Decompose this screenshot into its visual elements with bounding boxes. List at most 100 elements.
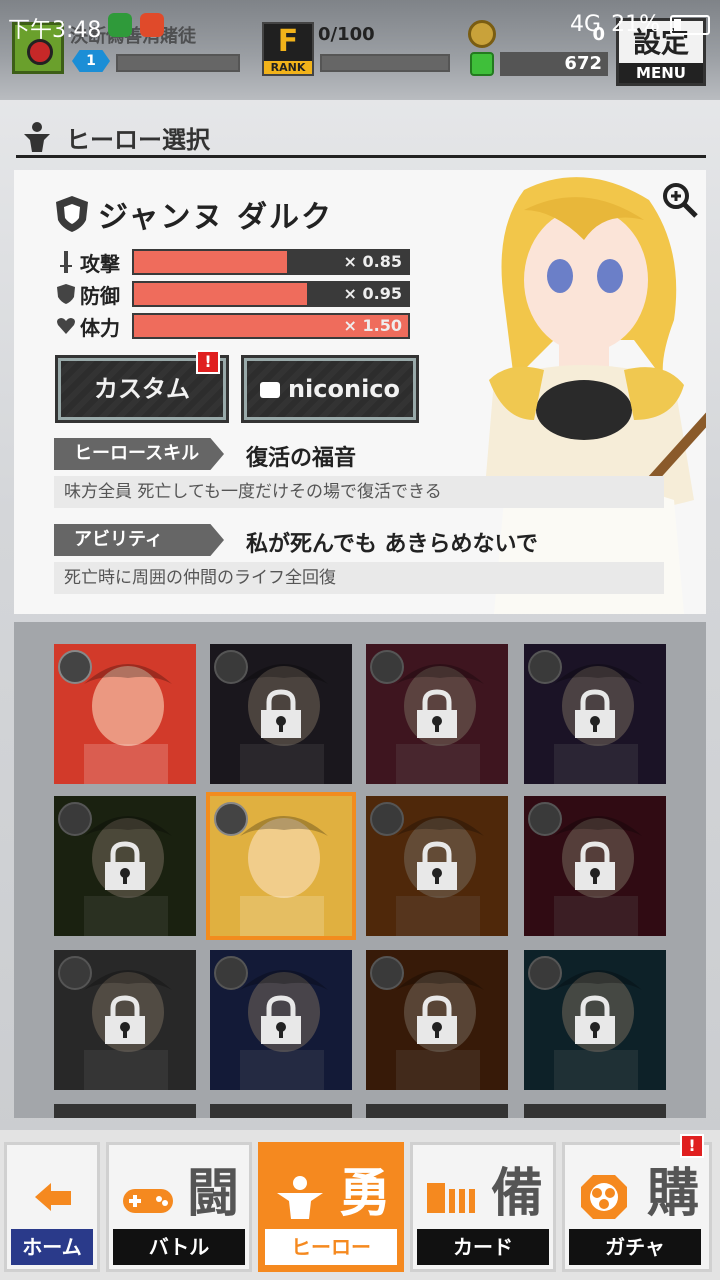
hero-tile[interactable] (524, 644, 666, 784)
magic-type-icon (370, 956, 404, 990)
stat-bar: × 0.85 (132, 249, 410, 275)
stat-fill (134, 283, 307, 305)
hero-name: ジャンヌ ダルク (98, 200, 333, 235)
lock-icon (261, 995, 301, 1044)
lock-icon (417, 995, 457, 1044)
skill-description: 味方全員 死亡しても一度だけその場で復活できる (54, 476, 664, 508)
stat-label: 攻撃 (80, 251, 120, 276)
stat-row-attack: 攻撃 × 0.85 (56, 248, 410, 276)
tab-kanji: 備 (490, 1164, 543, 1224)
sword-icon (60, 251, 72, 273)
stat-label: 体力 (80, 315, 120, 340)
power-type-icon (528, 802, 562, 836)
zoom-in-icon[interactable] (660, 180, 700, 220)
lock-icon (261, 689, 301, 738)
tab-label: カード (417, 1229, 549, 1265)
power-type-icon (370, 650, 404, 684)
magic-type-icon (528, 650, 562, 684)
hero-tile[interactable] (366, 796, 508, 936)
hero-tile[interactable] (206, 792, 356, 940)
tank-type-icon (214, 650, 248, 684)
hero-tile[interactable] (366, 950, 508, 1090)
hero-tile[interactable] (210, 950, 352, 1090)
tab-gacha[interactable]: 購 ガチャ (562, 1142, 712, 1272)
notification-app-icon (140, 13, 164, 37)
hero-tile-partial[interactable] (524, 1104, 666, 1118)
lock-icon (575, 995, 615, 1044)
level-badge-icon: 1 (72, 50, 110, 72)
gem-icon (470, 52, 494, 76)
stat-fill (134, 251, 287, 273)
custom-button-label: カスタム (94, 375, 190, 403)
section-header: ヒーロー選択 (16, 110, 706, 158)
power-type-icon (214, 956, 248, 990)
lock-icon (417, 689, 457, 738)
gem-count: 672 (500, 52, 608, 76)
tank-type-icon (214, 802, 248, 836)
tab-label: ホーム (11, 1229, 93, 1265)
lock-icon (105, 995, 145, 1044)
lock-icon (575, 689, 615, 738)
battery-percent: 21% (611, 12, 660, 37)
speed-type-icon (58, 650, 92, 684)
rank-label: RANK (264, 61, 312, 74)
ability-description: 死亡時に周囲の仲間のライフ全回復 (54, 562, 664, 594)
tab-label: ガチャ (569, 1229, 701, 1265)
hero-tile[interactable] (54, 950, 196, 1090)
shield-icon (56, 196, 88, 232)
hero-tile[interactable] (54, 796, 196, 936)
ability-tag: アビリティ (54, 524, 224, 556)
battery-icon (670, 14, 710, 35)
hero-grid (14, 622, 706, 1118)
hero-figure-icon (277, 1176, 323, 1219)
hero-name-row: ジャンヌ ダルク (54, 192, 333, 236)
tab-card[interactable]: 備 カード (410, 1142, 556, 1272)
menu-label: MENU (619, 63, 703, 83)
alert-badge: ! (196, 350, 220, 374)
tv-icon (259, 382, 280, 398)
tab-battle[interactable]: 闘 バトル (106, 1142, 252, 1272)
hero-tile-partial[interactable] (366, 1104, 508, 1118)
status-time: 下午3:48 (8, 18, 102, 43)
stat-bar: × 1.50 (132, 313, 410, 339)
section-divider (16, 155, 706, 158)
lock-icon (417, 841, 457, 890)
ability-name: 私が死んでも あきらめないで (246, 532, 538, 557)
hero-tile-partial[interactable] (210, 1104, 352, 1118)
stat-row-defense: 防御 × 0.95 (56, 280, 410, 308)
back-arrow-icon (35, 1183, 71, 1211)
gamepad-icon (123, 1189, 173, 1213)
status-bar: 下午3:48 4G 21% (0, 0, 720, 50)
tab-label: ヒーロー (265, 1229, 397, 1265)
hero-tile[interactable] (524, 950, 666, 1090)
stat-value: × 1.50 (343, 316, 402, 335)
hero-tile[interactable] (366, 644, 508, 784)
section-title: ヒーロー選択 (66, 126, 210, 154)
tab-kanji: 購 (646, 1164, 699, 1224)
network-type: 4G (570, 12, 602, 37)
lock-icon (575, 841, 615, 890)
notification-app-icon (108, 13, 132, 37)
lock-icon (105, 841, 145, 890)
heart-icon (57, 318, 75, 334)
hero-figure-icon (24, 122, 50, 152)
hero-tile-partial[interactable] (54, 1104, 196, 1118)
tab-home[interactable]: ホーム (4, 1142, 100, 1272)
magic-type-icon (370, 802, 404, 836)
stat-bar: × 0.95 (132, 281, 410, 307)
level-progress-bar (116, 54, 240, 72)
hero-tile[interactable] (524, 796, 666, 936)
cards-icon (427, 1183, 475, 1213)
hero-tile[interactable] (54, 644, 196, 784)
skill-name: 復活の福音 (246, 446, 357, 471)
hero-tile[interactable] (210, 644, 352, 784)
tab-hero[interactable]: 勇 ヒーロー (258, 1142, 404, 1272)
skill-tag: ヒーロースキル (54, 438, 224, 470)
alert-badge: ! (680, 1134, 704, 1158)
speed-type-icon (58, 956, 92, 990)
niconico-button[interactable]: niconico (244, 358, 416, 420)
tab-kanji: 勇 (338, 1164, 391, 1224)
hero-select-screen: 決断偽善消賭徒 1 F RANK 0/100 0 672 設定 MENU 下午3… (0, 0, 720, 1280)
hero-detail-panel: ジャンヌ ダルク 攻撃 × 0.85 防御 × 0.95 体力 × 1.50 カ… (14, 170, 706, 614)
magic-type-icon (58, 802, 92, 836)
